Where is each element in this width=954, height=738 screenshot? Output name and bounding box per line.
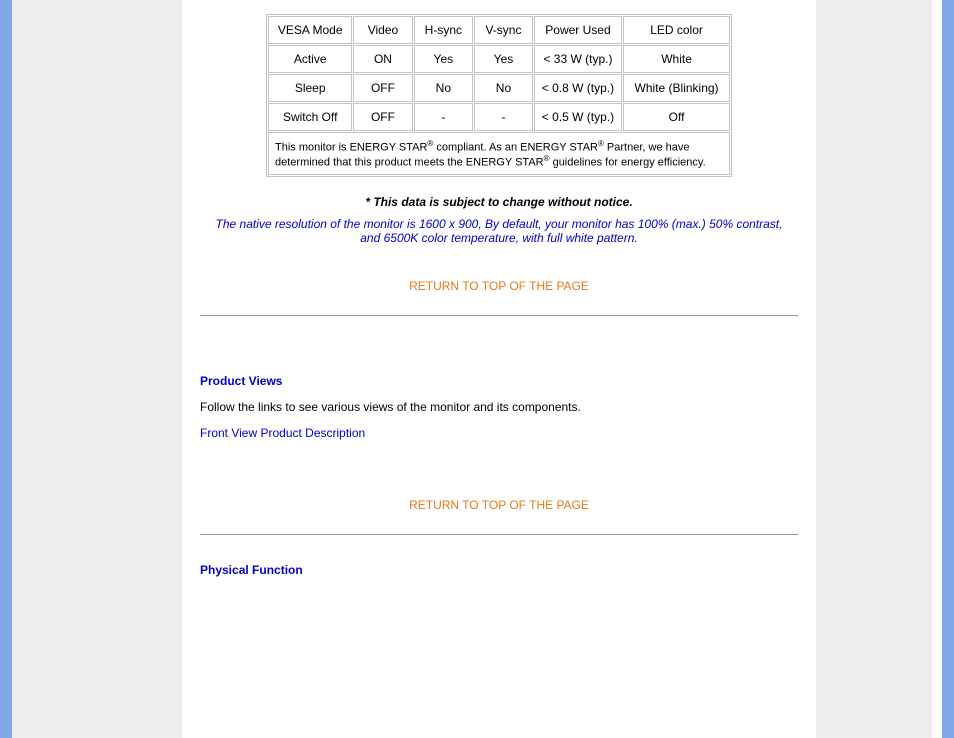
col-hsync: H-sync (414, 16, 474, 44)
divider (200, 315, 798, 316)
physical-function-heading: Physical Function (200, 563, 798, 577)
table-header-row: VESA Mode Video H-sync V-sync Power Used… (268, 16, 730, 44)
return-to-top-link[interactable]: RETURN TO TOP OF THE PAGE (200, 279, 798, 293)
col-vesa-mode: VESA Mode (268, 16, 352, 44)
product-views-heading: Product Views (200, 374, 798, 388)
table-row: Sleep OFF No No < 0.8 W (typ.) White (Bl… (268, 74, 730, 102)
change-notice: * This data is subject to change without… (200, 195, 798, 209)
right-sidebar (816, 0, 932, 738)
right-blue-bar (942, 0, 954, 738)
divider (200, 534, 798, 535)
left-sidebar (12, 0, 182, 738)
table-row: Active ON Yes Yes < 33 W (typ.) White (268, 45, 730, 73)
main-content: VESA Mode Video H-sync V-sync Power Used… (182, 0, 816, 738)
resolution-note: The native resolution of the monitor is … (200, 217, 798, 245)
table-footnote-row: This monitor is ENERGY STAR® compliant. … (268, 132, 730, 175)
table-row: Switch Off OFF - - < 0.5 W (typ.) Off (268, 103, 730, 131)
left-blue-bar (0, 0, 12, 738)
col-power-used: Power Used (534, 16, 622, 44)
right-gap (932, 0, 942, 738)
energy-star-footnote: This monitor is ENERGY STAR® compliant. … (268, 132, 730, 175)
return-to-top-link[interactable]: RETURN TO TOP OF THE PAGE (200, 498, 798, 512)
col-led-color: LED color (623, 16, 730, 44)
product-views-text: Follow the links to see various views of… (200, 400, 798, 414)
col-video: Video (353, 16, 412, 44)
power-management-table: VESA Mode Video H-sync V-sync Power Used… (266, 14, 732, 177)
front-view-link[interactable]: Front View Product Description (200, 426, 365, 440)
col-vsync: V-sync (474, 16, 533, 44)
